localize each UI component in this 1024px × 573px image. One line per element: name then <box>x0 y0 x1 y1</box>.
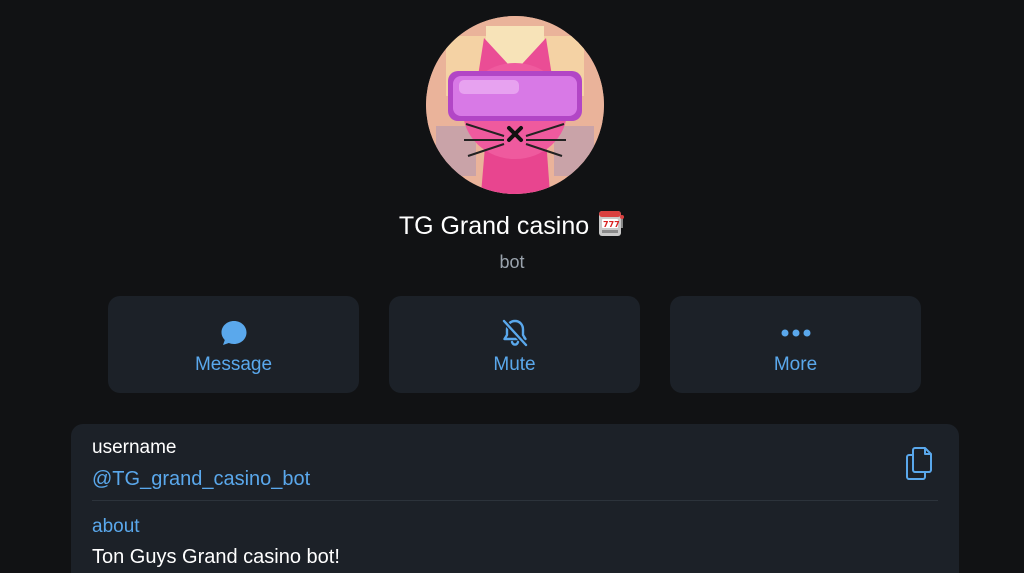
avatar-image <box>426 16 604 194</box>
more-label: More <box>773 354 818 375</box>
message-label: Message <box>194 354 273 375</box>
bell-slash-icon <box>499 318 531 348</box>
profile-title: TG Grand casino 777 <box>0 208 1024 246</box>
ellipsis-icon <box>780 318 812 348</box>
chat-bubble-icon <box>218 318 250 348</box>
about-value: Ton Guys Grand casino bot! <box>92 546 340 568</box>
profile-name: TG Grand casino <box>398 212 590 240</box>
svg-text:777: 777 <box>603 220 620 229</box>
copy-icon[interactable] <box>905 446 937 480</box>
about-label: about <box>92 516 140 537</box>
username-label: username <box>92 437 177 458</box>
username-value[interactable]: @TG_grand_casino_bot <box>92 468 310 491</box>
more-button[interactable]: More <box>670 296 921 393</box>
slot-machine-icon: 777 <box>595 208 625 246</box>
mute-label: Mute <box>493 354 536 375</box>
message-button[interactable]: Message <box>108 296 359 393</box>
info-card: username @TG_grand_casino_bot about Ton … <box>71 424 959 573</box>
info-divider <box>92 500 938 501</box>
mute-button[interactable]: Mute <box>389 296 640 393</box>
profile-type: bot <box>499 252 525 272</box>
profile-page: TG Grand casino 777 bot Message Mute Mor… <box>0 0 1024 573</box>
bot-avatar[interactable] <box>426 16 604 194</box>
